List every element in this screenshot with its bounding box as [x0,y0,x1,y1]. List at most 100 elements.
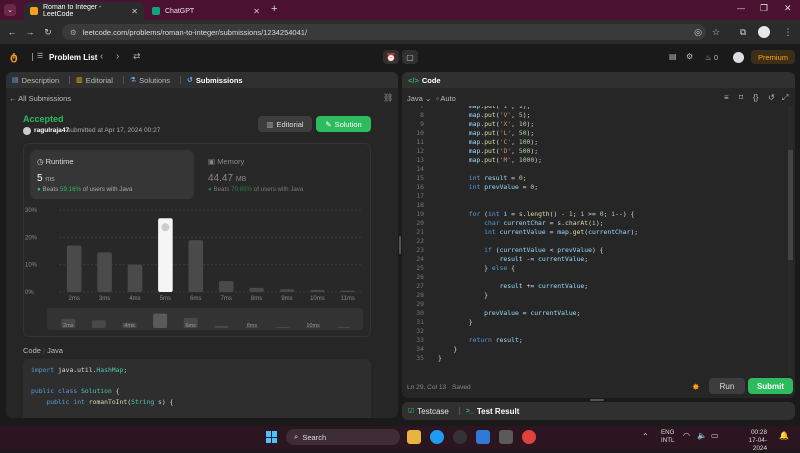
forward-icon[interactable]: → [22,24,38,40]
reload-icon[interactable]: ↻ [40,24,56,40]
fullscreen-icon[interactable]: ⤢ [782,93,788,103]
x-tick-label: 9ms [281,296,292,302]
tab-search-button[interactable]: ⌄ [4,4,16,16]
code-header: Code | Java [23,346,63,355]
store-icon[interactable] [499,430,513,444]
bar [218,281,234,292]
user-avatar[interactable] [733,52,744,63]
code-language: Java [47,346,63,355]
bar [97,252,112,292]
close-icon[interactable]: ✕ [253,7,260,16]
premium-button[interactable]: Premium [751,50,795,64]
line-text: } [438,345,458,353]
bar [340,290,356,292]
settings-icon[interactable]: ⚙ [686,52,693,61]
streak-counter[interactable]: ♨ 0 [705,53,718,62]
cursor-position: Ln 29, Col 13 [407,384,447,391]
unit-text: MB [235,176,247,183]
url-bar[interactable]: ⚙ leetcode.com/problems/roman-to-integer… [62,24,706,40]
notification-bell-icon[interactable]: 🔔 [779,431,789,440]
tab-leetcode[interactable]: Roman to Integer - LeetCode ✕ [24,2,144,20]
edge-icon[interactable] [430,430,444,444]
editor-scrollbar[interactable] [788,106,793,376]
scrollbar-thumb[interactable] [788,150,793,260]
layout-icon[interactable]: ▤ [669,52,677,61]
code-line: public int romanToInt(String s) { [46,397,174,406]
tab-solutions[interactable]: ⚗ Solutions [130,76,170,85]
language-select[interactable]: Java ⌄ [407,94,431,103]
windows-start-icon[interactable] [266,431,278,443]
tab-chatgpt[interactable]: ChatGPT ✕ [146,2,266,20]
volume-icon[interactable]: 🔈 [697,431,707,440]
format-icon[interactable]: ≡ [724,93,729,102]
shuffle-icon[interactable]: ⇄ [133,51,141,62]
timer-icon[interactable]: ⏰ [383,50,399,64]
input-language[interactable]: ENG INTL [661,429,674,445]
run-button[interactable]: Run [709,378,745,394]
notes-icon[interactable]: ▢ [402,50,418,64]
code-content: import java.util.HashMap; public class S… [31,365,363,418]
prev-problem-button[interactable]: ‹ [100,51,103,62]
label-text: Memory [217,157,245,166]
tab-test-result[interactable]: >_ Test Result [466,407,520,416]
submit-button[interactable]: Submit [748,378,793,394]
x-tick-label: 5ms [160,296,171,302]
link-icon[interactable]: ⛓ [383,93,393,102]
chevron-up-icon[interactable]: ⌃ [642,432,649,441]
line-text: prevValue = currentValue; [484,309,581,317]
line-text: map.put('C', 100); [468,138,539,146]
line-text: return result; [468,336,523,344]
tab-testcase[interactable]: ☑ Testcase [408,407,449,416]
next-problem-button[interactable]: › [116,51,119,62]
leetcode-header [0,44,800,70]
memory-label[interactable]: ▣ Memory [208,157,244,166]
editor-line: 10 map.put('L', 50); [404,129,786,138]
clock[interactable]: 00:28 17-04-2024 [735,429,767,453]
line-text: } [438,291,489,299]
line-number: 30 [416,309,424,317]
wifi-icon[interactable]: ◠ [683,431,690,440]
extensions-icon[interactable]: ⧉ [735,24,751,40]
maximize-button[interactable]: ❐ [760,3,768,14]
x-tick-label: 8ms [251,296,262,302]
bookmark-star-icon[interactable]: ☆ [708,24,724,40]
debug-icon[interactable]: ✸ [692,382,700,393]
problem-list-link[interactable]: Problem List [49,53,97,62]
autocomplete-mode[interactable]: ▫ Auto [436,94,456,103]
divider: | [43,346,45,355]
close-icon[interactable]: ✕ [131,7,138,16]
url-text: leetcode.com/problems/roman-to-integer/s… [82,27,308,37]
back-icon[interactable]: ← [4,24,20,40]
tab-submissions[interactable]: ↺ Submissions [187,76,243,85]
bookmark-icon[interactable]: ⌑ [739,93,743,102]
lang-line-2: INTL [661,437,675,444]
check-icon: ● [208,186,212,193]
taskbar-search[interactable]: ⌕ Search [286,429,400,445]
new-tab-button[interactable]: + [271,3,277,15]
editorial-icon: ▥ [76,77,83,84]
reset-icon[interactable]: ↺ [768,93,775,102]
battery-icon[interactable]: ▭ [711,431,719,440]
solution-button[interactable]: ✎ Solution [316,116,371,132]
all-submissions-link[interactable]: ← All Submissions [9,94,71,103]
onedrive-icon[interactable] [476,430,490,444]
line-number: 35 [416,354,424,362]
menu-icon[interactable]: ⋮ [780,24,796,40]
file-explorer-icon[interactable] [407,430,421,444]
editorial-button[interactable]: ▥ Editorial [258,116,312,132]
chrome-icon[interactable] [522,430,536,444]
vertical-resize-handle[interactable] [590,399,604,401]
line-number: 9 [420,120,424,128]
dell-icon[interactable] [453,430,467,444]
tab-editorial[interactable]: ▥ Editorial [76,76,113,85]
panel-resize-handle[interactable] [399,236,401,254]
minimize-button[interactable]: — [737,4,745,13]
hide-icon[interactable]: ◎ [690,24,706,40]
profile-avatar[interactable] [758,26,770,38]
close-window-button[interactable]: ✕ [784,3,792,14]
braces-icon[interactable]: {} [753,93,758,102]
code-editor[interactable]: 7 map.put('I', 1); 8 map.put('V', 5); 9 ma… [404,106,786,366]
leetcode-logo-icon[interactable]: ტ [10,51,22,63]
tab-description[interactable]: ▤ Description [12,76,59,85]
username[interactable]: ragulraja47 [34,127,69,134]
